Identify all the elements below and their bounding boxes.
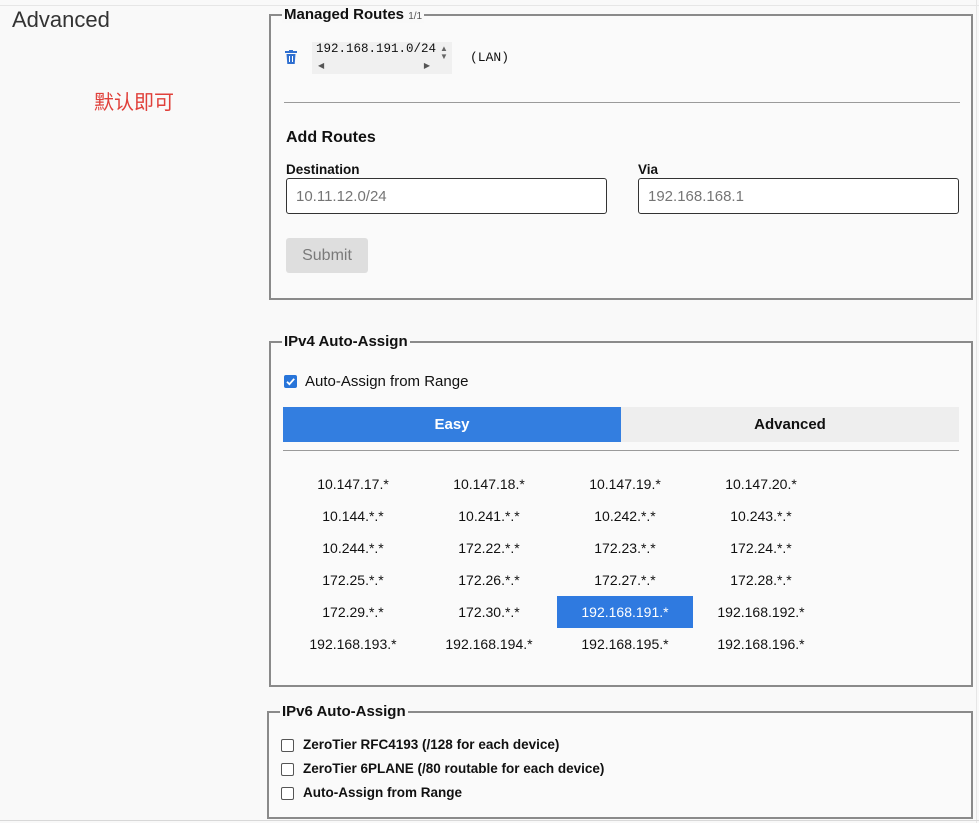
- destination-label: Destination: [286, 162, 360, 177]
- range-option[interactable]: 172.22.*.*: [421, 532, 557, 564]
- managed-routes-count: 1/1: [408, 11, 423, 22]
- route-tag: (LAN): [470, 50, 510, 65]
- scroll-right-icon[interactable]: ▶: [424, 61, 430, 70]
- range-option[interactable]: 172.26.*.*: [421, 564, 557, 596]
- range-option[interactable]: 172.27.*.*: [557, 564, 693, 596]
- tab-advanced[interactable]: Advanced: [621, 407, 959, 442]
- route-target-value: 192.168.191.0/24: [316, 42, 437, 56]
- range-option[interactable]: 10.147.20.*: [693, 468, 829, 500]
- ipv6-legend: IPv6 Auto-Assign: [280, 703, 408, 720]
- range-option[interactable]: 10.147.18.*: [421, 468, 557, 500]
- via-input[interactable]: [638, 178, 959, 214]
- routes-divider: [284, 102, 960, 103]
- bottom-divider: [0, 820, 979, 821]
- route-target-field[interactable]: 192.168.191.0/24 ▲ ▼ ◀ ▶: [312, 42, 452, 74]
- range-option[interactable]: 172.28.*.*: [693, 564, 829, 596]
- right-divider: [976, 0, 977, 823]
- scroll-left-icon[interactable]: ◀: [318, 61, 324, 70]
- auto-assign-label[interactable]: Auto-Assign from Range: [305, 373, 468, 390]
- managed-routes-panel: Managed Routes 1/1 192.168.191.0/24 ▲ ▼ ◀…: [269, 6, 973, 300]
- range-option[interactable]: 172.23.*.*: [557, 532, 693, 564]
- range-option[interactable]: 10.144.*.*: [285, 500, 421, 532]
- ipv4-legend: IPv4 Auto-Assign: [282, 333, 410, 350]
- range-option[interactable]: 172.25.*.*: [285, 564, 421, 596]
- rfc4193-checkbox[interactable]: [281, 739, 294, 752]
- range-option[interactable]: 172.29.*.*: [285, 596, 421, 628]
- range-option[interactable]: 192.168.195.*: [557, 628, 693, 660]
- destination-input[interactable]: [286, 178, 607, 214]
- managed-routes-legend: Managed Routes 1/1: [282, 6, 425, 23]
- 6plane-checkbox[interactable]: [281, 763, 294, 776]
- range-option[interactable]: 10.242.*.*: [557, 500, 693, 532]
- range-option[interactable]: 172.24.*.*: [693, 532, 829, 564]
- range-option[interactable]: 10.243.*.*: [693, 500, 829, 532]
- ipv6-auto-assign-panel: IPv6 Auto-Assign ZeroTier RFC4193 (/128 …: [267, 703, 973, 819]
- add-routes-title: Add Routes: [286, 129, 376, 146]
- range-option[interactable]: 192.168.193.*: [285, 628, 421, 660]
- range-option[interactable]: 10.244.*.*: [285, 532, 421, 564]
- range-option[interactable]: 10.147.17.*: [285, 468, 421, 500]
- via-label: Via: [638, 162, 659, 177]
- check-icon: [286, 378, 295, 386]
- 6plane-label[interactable]: ZeroTier 6PLANE (/80 routable for each d…: [303, 761, 604, 776]
- annotation-note: 默认即可: [94, 90, 174, 114]
- tabs-divider: [283, 450, 959, 451]
- range-option[interactable]: 192.168.194.*: [421, 628, 557, 660]
- range-option[interactable]: 172.30.*.*: [421, 596, 557, 628]
- range-option[interactable]: 10.147.19.*: [557, 468, 693, 500]
- rfc4193-label[interactable]: ZeroTier RFC4193 (/128 for each device): [303, 737, 559, 752]
- ipv4-auto-assign-panel: IPv4 Auto-Assign Auto-Assign from Range …: [269, 333, 973, 687]
- top-divider: [0, 5, 979, 6]
- range-option[interactable]: 192.168.196.*: [693, 628, 829, 660]
- submit-button[interactable]: Submit: [286, 238, 368, 273]
- ipv6-range-checkbox[interactable]: [281, 787, 294, 800]
- route-spinner[interactable]: ▲ ▼: [440, 45, 448, 61]
- managed-routes-title: Managed Routes: [284, 6, 405, 23]
- tab-easy[interactable]: Easy: [283, 407, 621, 442]
- route-horizontal-scrollbar[interactable]: ◀ ▶: [318, 61, 430, 71]
- range-option[interactable]: 192.168.191.*: [557, 596, 693, 628]
- range-option[interactable]: 10.241.*.*: [421, 500, 557, 532]
- section-title: Advanced: [12, 7, 110, 32]
- ipv6-range-label[interactable]: Auto-Assign from Range: [303, 785, 462, 800]
- auto-assign-checkbox[interactable]: [284, 375, 297, 388]
- trash-icon[interactable]: [285, 50, 297, 64]
- range-option[interactable]: 192.168.192.*: [693, 596, 829, 628]
